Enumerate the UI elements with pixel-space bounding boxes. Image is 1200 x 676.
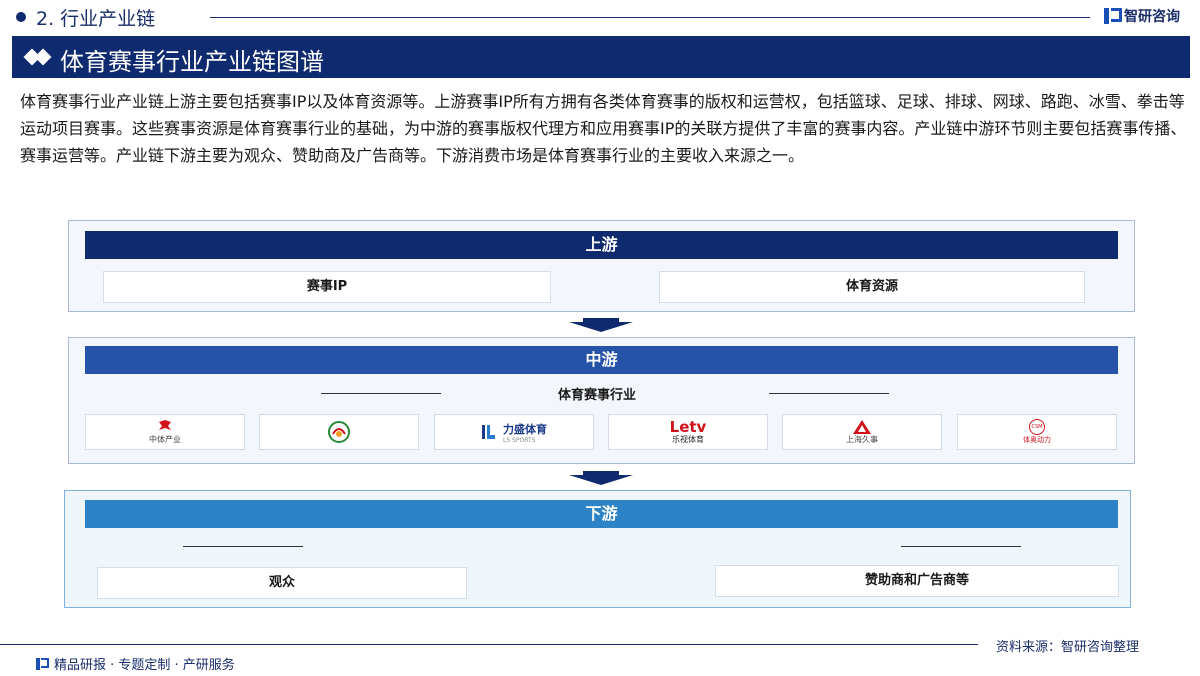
down-arrow-icon	[569, 318, 633, 332]
brand-logo-icon	[1102, 7, 1122, 25]
shanghai-jiushi-logo-text: 上海久事	[846, 434, 878, 444]
divider-line	[769, 393, 889, 394]
brand-logo: 智研咨询	[1102, 6, 1180, 26]
footer-tagline: 精品研报 · 专题定制 · 产研服务	[34, 654, 235, 673]
bullet-dot-icon	[16, 12, 26, 22]
lisheng-logo-text: 力盛体育	[503, 422, 547, 436]
shanghai-jiushi-logo-icon	[853, 419, 871, 434]
footer-tagline-text: 精品研报 · 专题定制 · 产研服务	[54, 658, 235, 673]
midstream-sub-label: 体育赛事行业	[558, 388, 637, 403]
csm-logo-icon: CSM 体奥动力	[1023, 419, 1051, 445]
emblem-logo-icon	[328, 421, 350, 443]
divider-line	[183, 546, 303, 547]
upstream-item-resources: 体育资源	[659, 271, 1085, 303]
company-logo-csm: CSM 体奥动力	[957, 414, 1117, 450]
page-title: 体育赛事行业产业链图谱	[60, 48, 324, 76]
zhongti-logo-icon	[159, 419, 171, 430]
company-logo-shanghai-jiushi: 上海久事	[782, 414, 942, 450]
downstream-tier: 下游 观众 赞助商和广告商等	[64, 490, 1131, 608]
description-paragraph: 体育赛事行业产业链上游主要包括赛事IP以及体育资源等。上游赛事IP所有方拥有各类…	[20, 92, 1187, 165]
downstream-header: 下游	[85, 500, 1118, 528]
brand-name: 智研咨询	[1124, 9, 1180, 25]
lisheng-logo-sub: LS SPORTS	[503, 436, 536, 444]
diamond-icon	[23, 48, 54, 66]
divider-line	[901, 546, 1021, 547]
down-arrow-icon	[569, 471, 633, 485]
source-note: 资料来源：智研咨询整理	[996, 640, 1140, 655]
upstream-header: 上游	[85, 231, 1118, 259]
section-header: 2. 行业产业链 智研咨询	[0, 0, 1200, 34]
section-divider	[210, 17, 1090, 18]
midstream-tier: 中游 体育赛事行业 中体产业 力盛体育 LS SPORTS Letv 乐视体育 …	[68, 337, 1135, 464]
letv-logo-sub: 乐视体育	[672, 434, 704, 444]
zhongti-logo-text: 中体产业	[149, 434, 181, 444]
company-logo-emblem	[259, 414, 419, 450]
brand-logo-icon	[34, 657, 49, 671]
company-logo-zhongti: 中体产业	[85, 414, 245, 450]
company-logo-lisheng: 力盛体育 LS SPORTS	[434, 414, 594, 450]
csm-logo-sub: 体奥动力	[1023, 436, 1051, 444]
letv-logo-icon: Letv 乐视体育	[669, 417, 707, 445]
upstream-tier: 上游 赛事IP 体育资源	[68, 220, 1135, 312]
lisheng-logo-icon	[482, 425, 495, 439]
divider-line	[321, 393, 441, 394]
midstream-header: 中游	[85, 346, 1118, 374]
letv-logo-text: Letv	[669, 417, 707, 436]
footer-divider	[0, 644, 978, 645]
downstream-item-audience: 观众	[97, 567, 467, 599]
downstream-item-sponsors: 赞助商和广告商等	[715, 565, 1119, 597]
csm-logo-text: CSM	[1029, 419, 1045, 435]
title-banner: 体育赛事行业产业链图谱	[12, 36, 1190, 78]
section-title: 2. 行业产业链	[36, 8, 156, 30]
company-logo-letv: Letv 乐视体育	[608, 414, 768, 450]
upstream-item-ip: 赛事IP	[103, 271, 551, 303]
